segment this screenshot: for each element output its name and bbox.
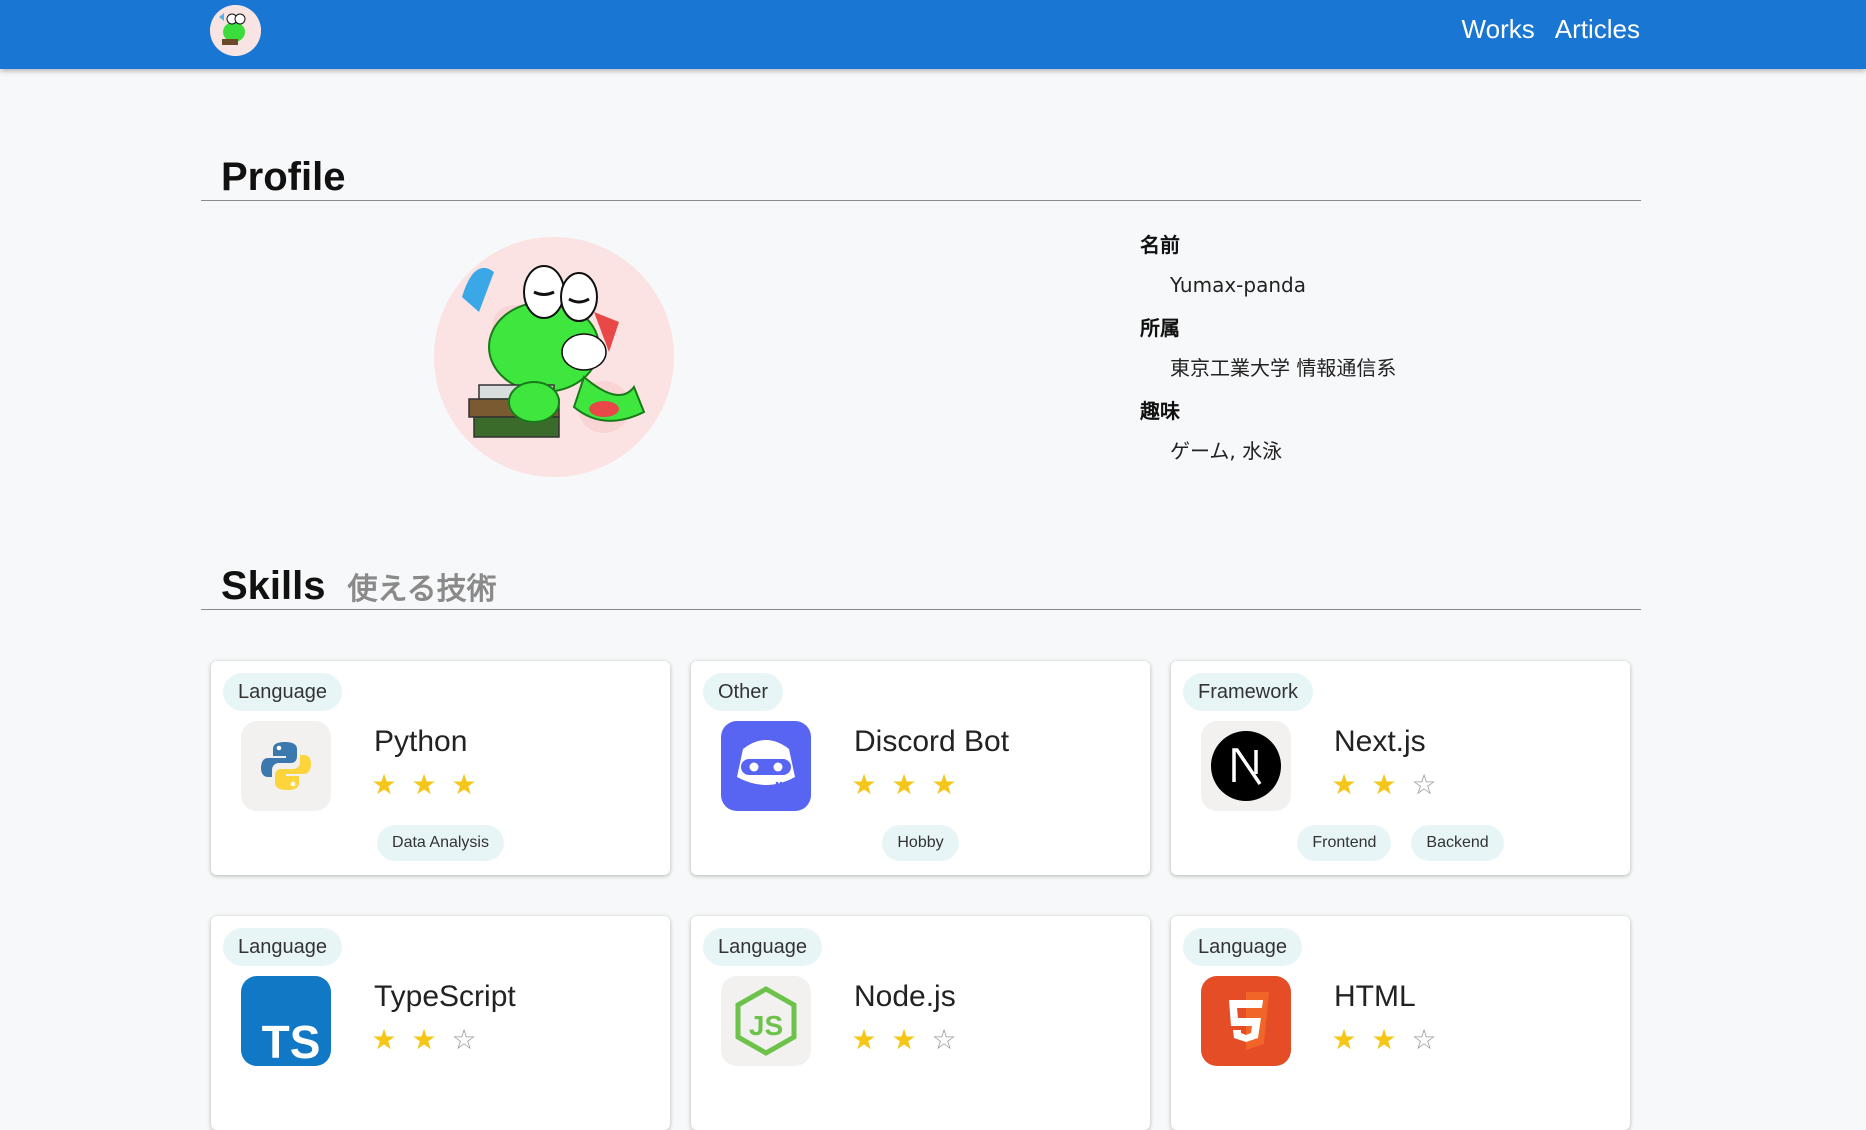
- star-filled-icon: ★: [931, 769, 957, 800]
- skill-rating: ★ ★ ★: [851, 771, 957, 799]
- profile-heading: Profile: [201, 155, 1641, 201]
- profile-value-hobby: ゲーム, 水泳: [1170, 439, 1283, 463]
- profile-label-name: 名前: [1140, 233, 1180, 257]
- discord-icon: [721, 721, 811, 811]
- nodejs-icon: JS: [721, 976, 811, 1066]
- star-filled-icon: ★: [851, 769, 877, 800]
- skill-card-nodejs[interactable]: Language JS Node.js ★ ★ ☆: [691, 916, 1150, 1130]
- skill-category-chip: Framework: [1183, 673, 1314, 711]
- skill-rating: ★ ★ ★: [371, 771, 477, 799]
- star-filled-icon: ★: [1371, 769, 1397, 800]
- star-filled-icon: ★: [451, 769, 477, 800]
- profile-avatar: [434, 237, 674, 477]
- skill-name: Python: [374, 725, 468, 758]
- star-filled-icon: ★: [1331, 769, 1357, 800]
- skill-tag[interactable]: Frontend: [1297, 825, 1392, 861]
- skill-tag[interactable]: Hobby: [882, 825, 959, 861]
- site-logo[interactable]: [210, 5, 261, 56]
- skill-tags: Frontend Backend: [1171, 825, 1630, 861]
- skills-heading: Skills 使える技術: [201, 564, 1641, 610]
- skill-tag[interactable]: Data Analysis: [377, 825, 504, 861]
- skill-name: Discord Bot: [854, 725, 1010, 758]
- star-filled-icon: ★: [411, 769, 437, 800]
- skill-card-discord-bot[interactable]: Other Discord Bot ★ ★ ★ Hobby: [691, 661, 1150, 875]
- svg-text:TS: TS: [262, 1016, 321, 1066]
- skill-name: HTML: [1334, 980, 1416, 1013]
- nav-articles-link[interactable]: Articles: [1555, 14, 1640, 45]
- star-filled-icon: ★: [371, 769, 397, 800]
- profile-value-affiliation: 東京工業大学 情報通信系: [1170, 356, 1397, 380]
- skill-card-typescript[interactable]: Language TS TypeScript ★ ★ ☆: [211, 916, 670, 1130]
- nextjs-icon: [1201, 721, 1291, 811]
- skill-tags: Data Analysis: [211, 825, 670, 861]
- skill-card-html[interactable]: Language HTML ★ ★ ☆: [1171, 916, 1630, 1130]
- app-bar: Works Articles: [0, 0, 1866, 69]
- skill-name: Next.js: [1334, 725, 1426, 758]
- main-nav: Works Articles: [1462, 14, 1640, 45]
- skill-tag[interactable]: Backend: [1411, 825, 1504, 861]
- skill-category-chip: Language: [1183, 928, 1302, 966]
- skill-card-python[interactable]: Language Python ★ ★ ★ Data Analysis: [211, 661, 670, 875]
- skill-rating: ★ ★ ☆: [1331, 771, 1437, 799]
- skill-tags: Hobby: [691, 825, 1150, 861]
- skill-name: TypeScript: [374, 980, 516, 1013]
- skill-name: Node.js: [854, 980, 956, 1013]
- svg-text:JS: JS: [749, 1010, 783, 1041]
- skill-card-nextjs[interactable]: Framework Next.js ★ ★ ☆ Frontend Backend: [1171, 661, 1630, 875]
- skill-category-chip: Language: [703, 928, 822, 966]
- profile-title: Profile: [221, 155, 346, 199]
- nav-works-link[interactable]: Works: [1462, 14, 1535, 45]
- skill-category-chip: Language: [223, 928, 342, 966]
- profile-label-hobby: 趣味: [1140, 399, 1180, 423]
- skill-category-chip: Other: [703, 673, 784, 711]
- star-filled-icon: ★: [891, 769, 917, 800]
- yoshi-illustration-icon: [434, 237, 674, 477]
- profile-value-name: Yumax-panda: [1170, 273, 1306, 297]
- html5-icon: [1201, 976, 1291, 1066]
- profile-details: 名前 Yumax-panda 所属 東京工業大学 情報通信系 趣味 ゲーム, 水…: [1140, 230, 1540, 479]
- typescript-icon: TS: [241, 976, 331, 1066]
- python-icon: [241, 721, 331, 811]
- star-empty-icon: ☆: [1411, 769, 1437, 800]
- skill-category-chip: Language: [223, 673, 342, 711]
- yoshi-avatar-icon: [210, 5, 261, 56]
- skills-subtitle: 使える技術: [347, 572, 497, 607]
- skills-title: Skills: [221, 564, 326, 608]
- profile-label-affiliation: 所属: [1140, 316, 1180, 340]
